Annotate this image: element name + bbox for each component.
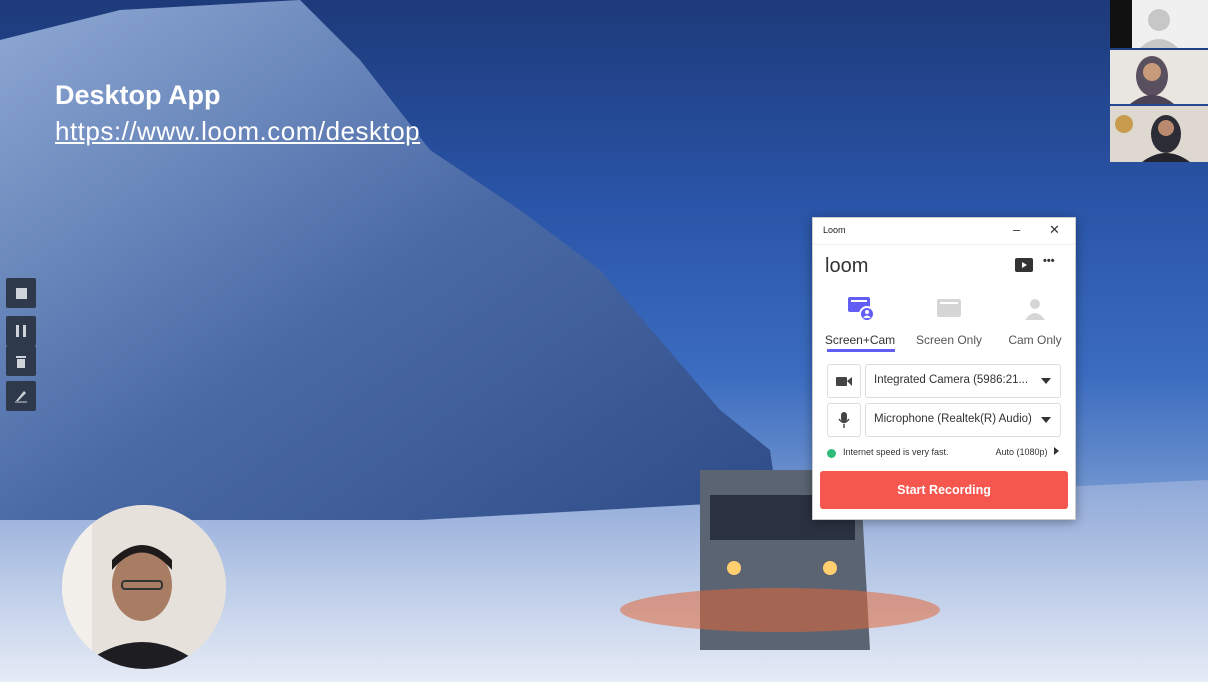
microphone-row: Microphone (Realtek(R) Audio) [827,403,1061,437]
screen-icon [937,299,961,317]
start-recording-button[interactable]: Start Recording [820,471,1068,509]
active-mode-indicator [827,349,895,352]
mode-screen-only[interactable]: Screen Only [909,296,989,347]
pause-icon [16,325,26,337]
quality-value: Auto (1080p) [995,447,1048,457]
stop-icon [15,287,27,299]
trash-icon [16,355,26,368]
window-title: Loom [823,225,846,235]
window-titlebar: Loom – ✕ [813,218,1075,245]
presenter-camera-bubble[interactable] [62,505,226,669]
participant-video [1110,106,1208,162]
mode-label: Screen+Cam [824,333,896,347]
video-library-icon[interactable] [1015,258,1033,272]
video-camera-icon [836,376,852,386]
screen-cam-icon [848,297,875,322]
microphone-icon [838,412,850,428]
chevron-down-icon [1041,417,1051,423]
microphone-toggle[interactable] [827,403,861,437]
mode-label: Screen Only [915,333,983,347]
participant-video [1110,50,1208,104]
stop-recording-button[interactable] [6,278,36,308]
person-icon [1025,299,1045,320]
more-options-icon[interactable]: ••• [1043,255,1055,267]
loom-logo: loom [825,255,869,277]
minimize-button[interactable]: – [1013,222,1020,237]
participant-thumbnail-2[interactable] [1110,50,1208,104]
quality-selector[interactable]: Auto (1080p) [995,447,1059,457]
draw-icon [15,391,27,403]
slide-title: Desktop App [55,80,221,110]
internet-speed-text: Internet speed is very fast. [843,447,949,457]
camera-value: Integrated Camera (5986:21... [874,374,1029,386]
loom-recorder-window: Loom – ✕ loom ••• Screen+Cam Screen Only… [812,217,1076,520]
caret-right-icon [1054,447,1059,455]
pause-recording-button[interactable] [6,316,36,346]
camera-toggle[interactable] [827,364,861,398]
chevron-down-icon [1041,378,1051,384]
camera-row: Integrated Camera (5986:21... [827,364,1061,398]
draw-tool-button[interactable] [6,381,36,411]
close-button[interactable]: ✕ [1049,222,1060,238]
mode-screen-cam[interactable]: Screen+Cam [820,296,900,347]
microphone-value: Microphone (Realtek(R) Audio) [874,413,1032,425]
presenter-video [62,505,226,669]
desktop-download-link[interactable]: https://www.loom.com/desktop [55,116,420,147]
microphone-select[interactable]: Microphone (Realtek(R) Audio) [865,403,1061,437]
mode-cam-only[interactable]: Cam Only [995,296,1075,347]
person-placeholder-icon [1110,0,1208,48]
connection-status: Internet speed is very fast. Auto (1080p… [827,447,1063,461]
camera-select[interactable]: Integrated Camera (5986:21... [865,364,1061,398]
participant-thumbnail-3[interactable] [1110,106,1208,162]
mode-label: Cam Only [1008,333,1062,347]
delete-recording-button[interactable] [6,346,36,376]
status-indicator-icon [827,449,836,458]
participant-thumbnail-1[interactable] [1110,0,1208,48]
